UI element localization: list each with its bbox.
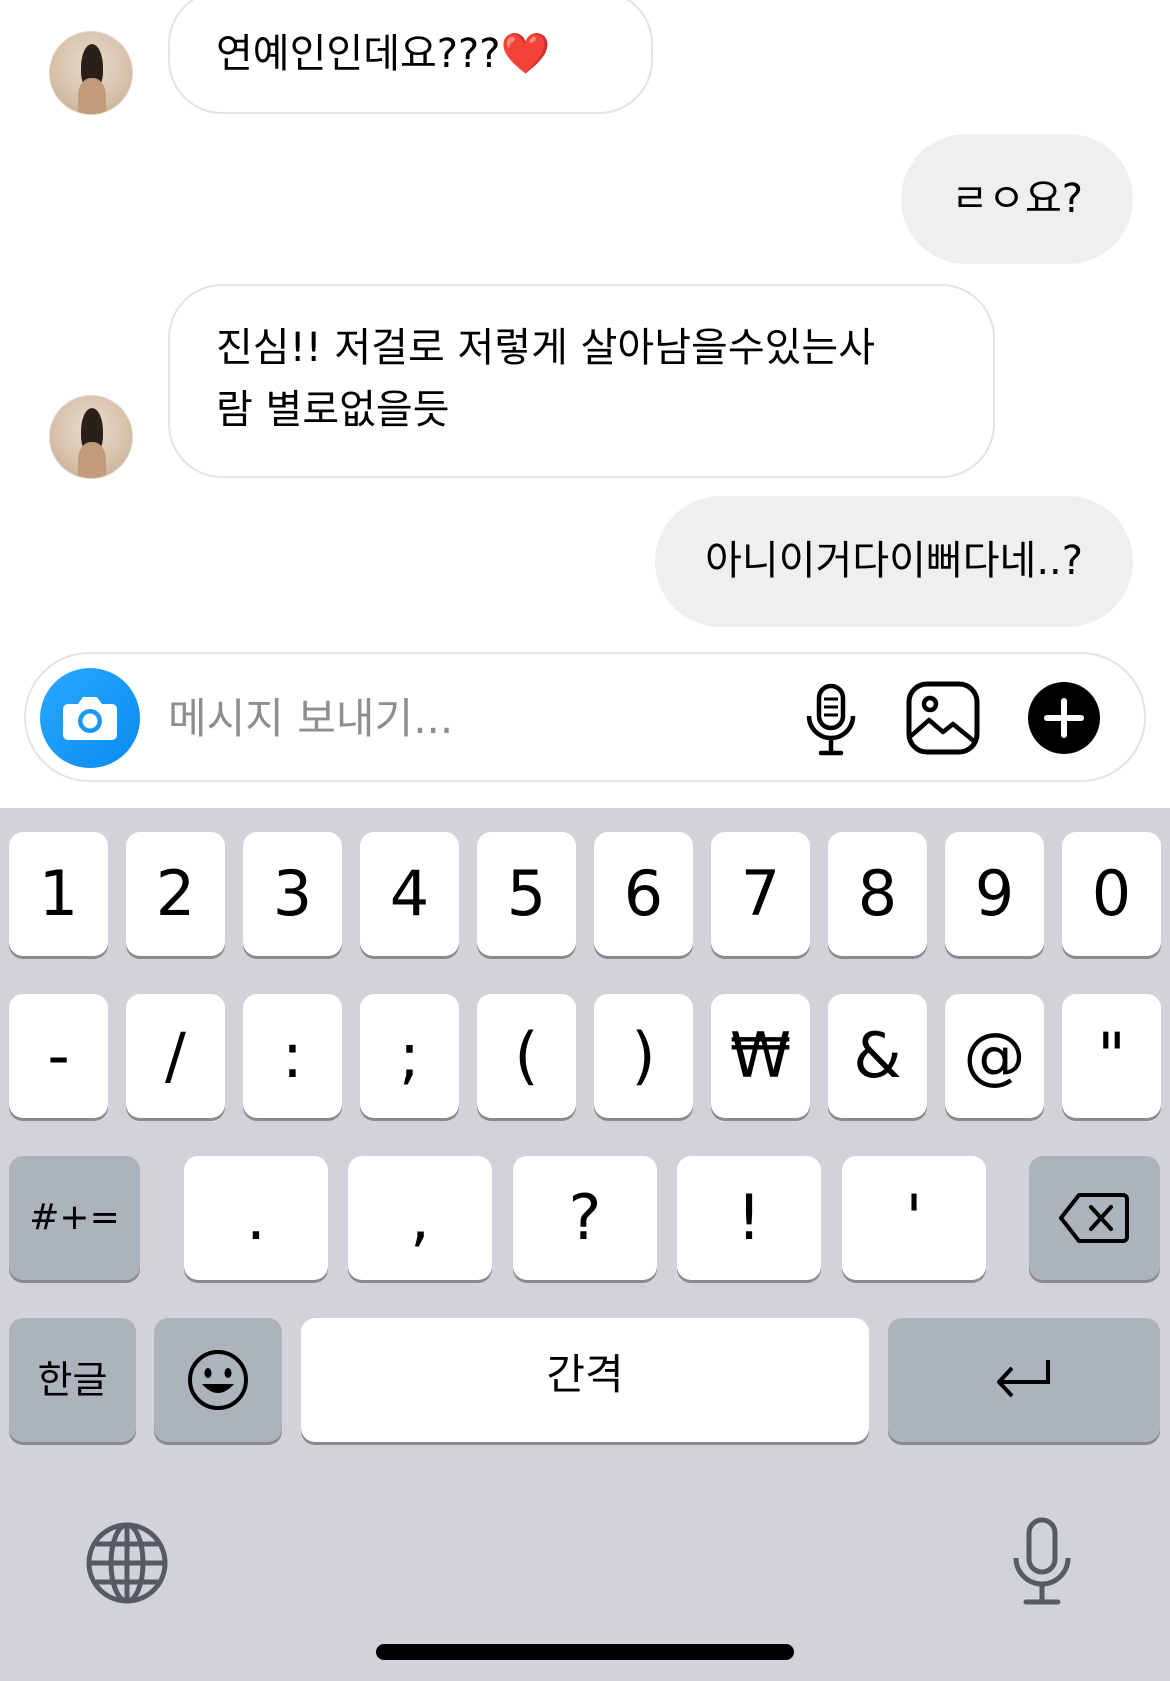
key-period[interactable]: . bbox=[184, 1156, 328, 1280]
message-text-line: 람 별로없을듯 bbox=[216, 387, 450, 433]
key-label: ; bbox=[399, 1019, 420, 1092]
key-hyphen[interactable]: - bbox=[9, 994, 108, 1118]
key-label: 0 bbox=[1091, 857, 1132, 930]
message-input[interactable] bbox=[168, 690, 768, 746]
key-label: 3 bbox=[272, 857, 313, 930]
key-label: : bbox=[282, 1019, 303, 1092]
key-colon[interactable]: : bbox=[243, 994, 342, 1118]
key-open-paren[interactable]: ( bbox=[477, 994, 576, 1118]
key-1[interactable]: 1 bbox=[9, 832, 108, 956]
backspace-icon bbox=[1059, 1193, 1129, 1243]
key-label: 5 bbox=[506, 857, 547, 930]
key-label: 7 bbox=[740, 857, 781, 930]
return-icon bbox=[997, 1360, 1050, 1398]
key-label: 간격 bbox=[546, 1350, 624, 1399]
message-text: 연예인인데요???❤️ bbox=[216, 31, 551, 77]
key-slash[interactable]: / bbox=[126, 994, 225, 1118]
gallery-button[interactable] bbox=[906, 681, 980, 759]
key-label: ? bbox=[568, 1181, 602, 1254]
key-label: 8 bbox=[857, 857, 898, 930]
key-label: ( bbox=[514, 1019, 539, 1092]
key-ampersand[interactable]: & bbox=[828, 994, 927, 1118]
message-composer bbox=[24, 652, 1146, 782]
received-message-bubble[interactable]: 진심!! 저걸로 저렇게 살아남을수있는사 람 별로없을듯 bbox=[168, 284, 995, 478]
key-label: ! bbox=[736, 1181, 762, 1254]
key-semicolon[interactable]: ; bbox=[360, 994, 459, 1118]
key-label: 2 bbox=[155, 857, 196, 930]
key-label: 6 bbox=[623, 857, 664, 930]
key-6[interactable]: 6 bbox=[594, 832, 693, 956]
message-text: ㄹㅇ요? bbox=[951, 176, 1083, 222]
avatar-figure-body bbox=[78, 442, 106, 478]
globe-button[interactable] bbox=[84, 1520, 170, 1606]
key-language-hangul[interactable]: 한글 bbox=[9, 1318, 136, 1442]
key-quote[interactable]: " bbox=[1062, 994, 1161, 1118]
key-4[interactable]: 4 bbox=[360, 832, 459, 956]
dictation-icon bbox=[1013, 1517, 1071, 1605]
key-more-symbols[interactable]: #+= bbox=[9, 1156, 140, 1280]
key-close-paren[interactable]: ) bbox=[594, 994, 693, 1118]
key-delete[interactable] bbox=[1029, 1156, 1160, 1280]
gallery-icon bbox=[906, 681, 980, 755]
key-question[interactable]: ? bbox=[513, 1156, 657, 1280]
key-label: 한글 bbox=[37, 1358, 108, 1402]
key-label: . bbox=[246, 1181, 266, 1254]
microphone-icon bbox=[806, 683, 856, 756]
key-label: & bbox=[853, 1019, 902, 1092]
key-label: / bbox=[165, 1019, 186, 1092]
sender-avatar[interactable] bbox=[49, 31, 133, 115]
key-space[interactable]: 간격 bbox=[301, 1318, 869, 1442]
key-label: 1 bbox=[38, 857, 79, 930]
key-emoji[interactable] bbox=[154, 1318, 282, 1442]
key-3[interactable]: 3 bbox=[243, 832, 342, 956]
key-2[interactable]: 2 bbox=[126, 832, 225, 956]
avatar-figure-body bbox=[78, 78, 106, 114]
key-won[interactable]: ₩ bbox=[711, 994, 810, 1118]
key-label: " bbox=[1097, 1019, 1126, 1092]
key-label: - bbox=[47, 1019, 70, 1092]
key-label: ) bbox=[631, 1019, 656, 1092]
key-exclamation[interactable]: ! bbox=[677, 1156, 821, 1280]
key-label: ' bbox=[905, 1181, 923, 1254]
voice-message-button[interactable] bbox=[801, 682, 861, 762]
key-0[interactable]: 0 bbox=[1062, 832, 1161, 956]
key-7[interactable]: 7 bbox=[711, 832, 810, 956]
key-label: 4 bbox=[389, 857, 430, 930]
sent-message-bubble[interactable]: ㄹㅇ요? bbox=[901, 134, 1133, 264]
key-label: @ bbox=[963, 1019, 1026, 1092]
globe-icon bbox=[86, 1522, 168, 1604]
received-message-bubble[interactable]: 연예인인데요???❤️ bbox=[168, 0, 653, 114]
camera-button[interactable] bbox=[40, 668, 140, 768]
message-text-line: 진심!! 저걸로 저렇게 살아남을수있는사 bbox=[216, 325, 876, 371]
key-label: 9 bbox=[974, 857, 1015, 930]
key-label: #+= bbox=[29, 1197, 120, 1238]
key-return[interactable] bbox=[888, 1318, 1160, 1442]
key-at[interactable]: @ bbox=[945, 994, 1044, 1118]
key-label: ₩ bbox=[729, 1019, 792, 1092]
sent-message-bubble[interactable]: 아니이거다이뻐다네..? bbox=[655, 496, 1133, 627]
sender-avatar[interactable] bbox=[49, 395, 133, 479]
home-indicator[interactable] bbox=[376, 1644, 794, 1660]
keyboard: 1 2 3 4 5 6 7 8 9 0 - / : ; ( ) ₩ & @ " … bbox=[0, 808, 1170, 1681]
key-apostrophe[interactable]: ' bbox=[842, 1156, 986, 1280]
plus-icon bbox=[1028, 682, 1100, 754]
key-5[interactable]: 5 bbox=[477, 832, 576, 956]
camera-icon bbox=[63, 697, 117, 740]
key-8[interactable]: 8 bbox=[828, 832, 927, 956]
dictation-button[interactable] bbox=[1010, 1516, 1074, 1608]
message-text: 아니이거다이뻐다네..? bbox=[705, 538, 1083, 584]
emoji-icon bbox=[188, 1350, 248, 1410]
key-comma[interactable]: , bbox=[348, 1156, 492, 1280]
more-options-button[interactable] bbox=[1027, 681, 1101, 759]
message-thread: 연예인인데요???❤️ ㄹㅇ요? 진심!! 저걸로 저렇게 살아남을수있는사 람… bbox=[0, 0, 1170, 808]
key-label: , bbox=[410, 1181, 430, 1254]
key-9[interactable]: 9 bbox=[945, 832, 1044, 956]
